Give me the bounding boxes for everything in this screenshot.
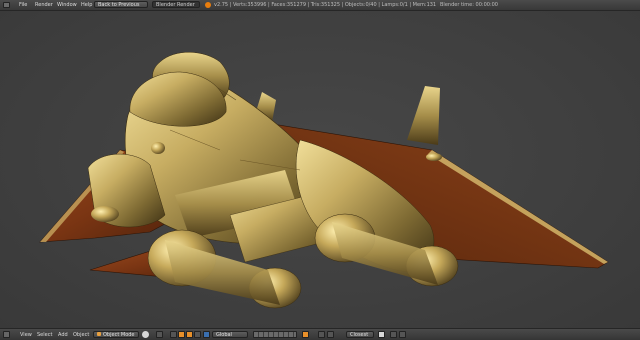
3d-viewport[interactable] [0, 11, 640, 328]
orientation-label: Global [216, 332, 232, 338]
manipulator-toggle-icon[interactable] [170, 331, 177, 338]
3d-view-header: View Select Add Object Object Mode Globa… [0, 328, 640, 340]
layer-lock-icon[interactable] [302, 331, 309, 338]
nose-sensor [151, 142, 165, 154]
right-wingtip-pod [426, 153, 442, 161]
translate-manipulator-icon[interactable] [178, 331, 185, 338]
menu-help[interactable]: Help [81, 2, 92, 8]
back-to-previous-label: Back to Previous [98, 2, 140, 8]
viewport-shading-icon[interactable] [142, 331, 149, 338]
snap-element-icon[interactable] [327, 331, 334, 338]
menu-select[interactable]: Select [37, 332, 52, 338]
mode-label: Object Mode [103, 332, 135, 338]
left-light-pod [91, 206, 119, 222]
snap-target-label: Closest [350, 332, 369, 338]
render-engine-label: Blender Render [156, 2, 195, 8]
view3d-editor-icon[interactable] [3, 331, 10, 338]
snap-toggle-icon[interactable] [318, 331, 325, 338]
layers-grid-icon[interactable] [253, 331, 297, 338]
render-preview-icon[interactable] [390, 331, 397, 338]
menu-view[interactable]: View [20, 332, 32, 338]
proportional-edit-icon[interactable] [378, 331, 385, 338]
rotate-manipulator-icon[interactable] [186, 331, 193, 338]
right-tail-fin [407, 86, 440, 145]
menu-window[interactable]: Window [57, 2, 77, 8]
blender-logo-icon [205, 2, 211, 8]
mode-icon [97, 332, 101, 336]
snap-target-dropdown[interactable]: Closest [346, 331, 374, 338]
menu-add[interactable]: Add [58, 332, 68, 338]
scale-manipulator-icon[interactable] [194, 331, 201, 338]
orientation-dropdown[interactable]: Global [212, 331, 248, 338]
pivot-point-icon[interactable] [156, 331, 163, 338]
menu-file[interactable]: File [19, 2, 27, 8]
menu-object[interactable]: Object [73, 332, 89, 338]
aircraft-render [39, 52, 609, 309]
render-animation-icon[interactable] [399, 331, 406, 338]
menu-render[interactable]: Render [35, 2, 53, 8]
editor-type-icon[interactable] [3, 2, 10, 8]
info-header: File Render Window Help Back to Previous… [0, 0, 640, 11]
scene-statistics: v2.75 | Verts:353996 | Faces:351279 | Tr… [214, 2, 436, 8]
mode-dropdown[interactable]: Object Mode [93, 331, 139, 338]
back-to-previous-button[interactable]: Back to Previous [94, 1, 148, 8]
render-engine-dropdown[interactable]: Blender Render [152, 1, 200, 8]
orientation-icon[interactable] [203, 331, 210, 338]
time-info: Blender time: 00:00:00 [440, 2, 498, 8]
